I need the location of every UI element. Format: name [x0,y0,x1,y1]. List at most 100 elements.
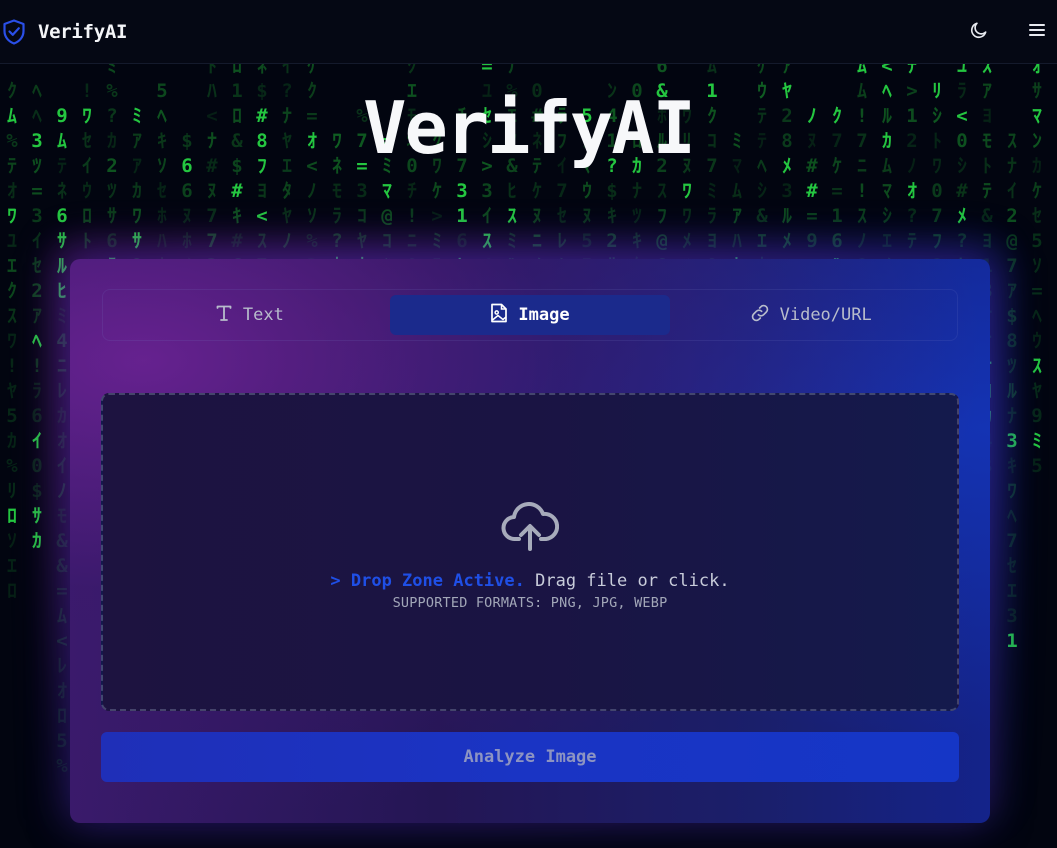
matrix-glyph: ! [406,205,418,227]
matrix-glyph: ｹ [307,64,317,77]
matrix-glyph: ﾃ [982,180,992,202]
theme-toggle-button[interactable] [959,12,999,52]
matrix-glyph: ﾛ [7,505,17,527]
matrix-glyph: $ [606,180,618,202]
matrix-glyph: > [431,205,443,227]
matrix-glyph: ﾈ [257,64,267,77]
matrix-glyph: ｻ [107,205,117,227]
matrix-glyph: ｸ [407,64,417,77]
matrix-glyph: ｷ [232,205,242,227]
matrix-glyph: ﾎ [157,205,167,227]
matrix-glyph: ﾑ [707,64,717,77]
matrix-glyph: ﾜ [7,205,17,227]
matrix-glyph: ｾ [557,205,567,227]
matrix-glyph: ｷ [607,205,617,227]
matrix-glyph: ﾌ [657,205,667,227]
matrix-glyph: 6 [656,64,668,77]
matrix-glyph: ﾂ [632,205,642,227]
brand-name: VerifyAI [38,20,128,43]
matrix-glyph: 7 [206,205,218,227]
matrix-glyph: ﾍ [1032,305,1042,327]
matrix-glyph: $ [31,480,43,502]
matrix-glyph: = [1031,280,1043,302]
matrix-glyph: ｽ [507,205,517,227]
matrix-glyph: ｾ [1007,555,1017,577]
matrix-glyph: 2 [31,280,43,302]
matrix-glyph: 6 [181,180,193,202]
matrix-glyph: ﾇ [207,180,217,202]
matrix-glyph: & [981,205,993,227]
input-type-tabs: Text Image Video/URL [102,289,958,341]
matrix-glyph: ﾃ [907,64,917,77]
matrix-glyph: ｸ [7,280,17,302]
matrix-glyph: ﾜ [682,205,692,227]
matrix-glyph: @ [381,205,393,227]
matrix-glyph: ｷ [1007,455,1017,477]
matrix-glyph: 5 [1031,230,1043,252]
matrix-glyph: ﾜ [132,205,142,227]
matrix-glyph: 5 [6,405,18,427]
matrix-glyph: ! [31,355,43,377]
matrix-glyph: ｿ [307,205,317,227]
matrix-glyph: ｺ [357,205,367,227]
hero-title: VerifyAI [363,86,696,170]
matrix-glyph: 3 [356,180,368,202]
matrix-glyph: ﾉ [307,180,317,202]
matrix-glyph: ｱ [732,205,742,227]
menu-button[interactable] [1017,12,1057,52]
analyze-image-button[interactable]: Analyze Image [101,732,959,782]
matrix-glyph: ｱ [782,64,792,77]
matrix-glyph: ﾈ [57,180,67,202]
matrix-glyph: 3 [456,180,468,202]
matrix-glyph: < [256,205,268,227]
matrix-glyph: ｳ [1032,330,1042,352]
matrix-glyph: < [881,64,893,77]
matrix-glyph: 9 [1031,405,1043,427]
matrix-glyph: ﾇ [532,205,542,227]
matrix-glyph: ﾑ [857,64,867,77]
matrix-glyph: 0 [931,180,943,202]
matrix-glyph: ﾕ [7,230,17,252]
cloud-upload-icon [501,395,560,557]
matrix-glyph: % [6,455,18,477]
brand[interactable]: VerifyAI [2,18,128,45]
matrix-glyph: ﾂ [107,180,117,202]
matrix-glyph: ﾗ [707,205,717,227]
matrix-glyph: ﾔ [1032,380,1042,402]
matrix-glyph: # [806,180,818,202]
matrix-glyph: ｱ [32,305,42,327]
matrix-glyph: ﾛ [82,205,92,227]
matrix-glyph: 7 [931,205,943,227]
hamburger-menu-icon [1027,20,1047,44]
matrix-glyph: = [806,205,818,227]
matrix-glyph: = [31,180,43,202]
matrix-glyph: ﾗ [32,380,42,402]
matrix-glyph: 1 [831,205,843,227]
tab-text[interactable]: Text [109,295,390,335]
matrix-glyph: = [481,64,493,77]
matrix-glyph: ﾙ [782,205,792,227]
drop-zone-instruction: Drag file or click. [524,571,730,591]
matrix-glyph: ﾜ [1007,480,1017,502]
matrix-glyph: ﾐ [1032,430,1042,452]
tab-image[interactable]: Image [389,295,671,335]
matrix-glyph: ﾐ [107,64,117,77]
matrix-glyph: ｱ [1007,280,1017,302]
matrix-glyph: ｾ [1032,205,1042,227]
matrix-glyph: ｾ [157,180,167,202]
matrix-glyph: ｲ [32,230,42,252]
matrix-glyph: ｹ [1032,180,1042,202]
matrix-glyph: ｼ [757,180,767,202]
matrix-glyph: 3 [781,180,793,202]
matrix-glyph: ｶ [132,180,142,202]
matrix-glyph: ﾇ [182,205,192,227]
tab-video-url[interactable]: Video/URL [670,295,951,335]
matrix-glyph: ﾄ [207,64,217,77]
matrix-glyph: 1 [456,205,468,227]
matrix-glyph: ｴ [1007,580,1017,602]
matrix-glyph: ﾀ [282,180,292,202]
file-drop-zone[interactable]: > Drop Zone Active. Drag file or click. … [101,393,959,711]
matrix-glyph: ｲ [1007,180,1017,202]
matrix-glyph: # [231,180,243,202]
matrix-glyph: ｳ [582,180,592,202]
